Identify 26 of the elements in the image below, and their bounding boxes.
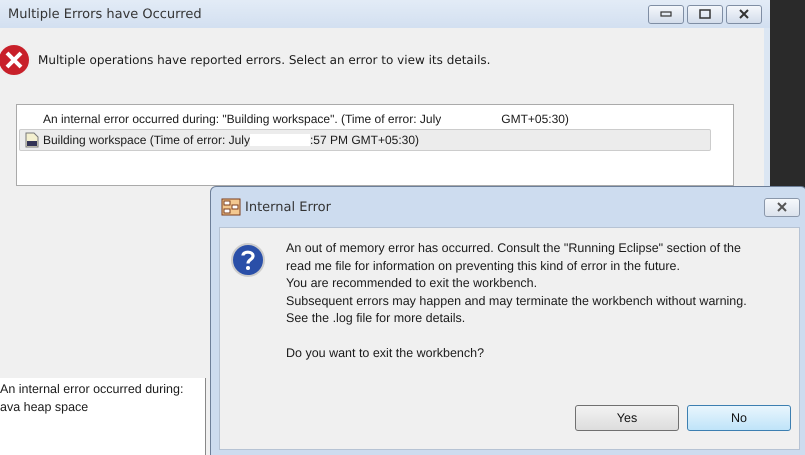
dialog-message: See the .log file for more details. [286, 310, 466, 327]
maximize-button[interactable] [687, 4, 723, 24]
maximize-icon [699, 9, 711, 19]
error-message: Multiple operations have reported errors. Select an error to view its details. [38, 53, 490, 67]
dialog-message: An out of memory error has occurred. Consult the "Running Eclipse" section of the [286, 240, 742, 257]
question-icon [230, 242, 266, 278]
close-icon [776, 202, 788, 212]
details-text: ava heap space [0, 399, 90, 416]
details-text: An internal error occurred during: [0, 381, 184, 398]
close-button[interactable] [726, 4, 762, 24]
app-icon [221, 198, 241, 216]
dialog-message: read me file for information on preventing this kind of error in the future. [286, 258, 681, 275]
close-icon [738, 9, 750, 19]
minimize-button[interactable] [648, 4, 684, 24]
dialog-title: Internal Error [245, 200, 332, 214]
minimize-icon [660, 11, 672, 17]
dialog-message: You are recommended to exit the workbench. [286, 275, 538, 292]
dialog-message: Subsequent errors may happen and may terminate the workbench without warning. [286, 292, 747, 310]
binary-file-icon [24, 132, 40, 148]
close-button[interactable] [764, 198, 800, 216]
error-list-item[interactable]: An internal error occurred during: "Building workspace". (Time of error: July GMT+05:30) [19, 109, 731, 129]
error-list-item[interactable]: Building workspace (Time of error: July :57 PM GMT+05:30) [19, 129, 711, 151]
window-title: Multiple Errors have Occurred [8, 6, 203, 22]
dialog-question: Do you want to exit the workbench? [286, 344, 486, 362]
yes-button[interactable]: Yes [575, 405, 679, 431]
no-button[interactable]: No [687, 405, 791, 431]
